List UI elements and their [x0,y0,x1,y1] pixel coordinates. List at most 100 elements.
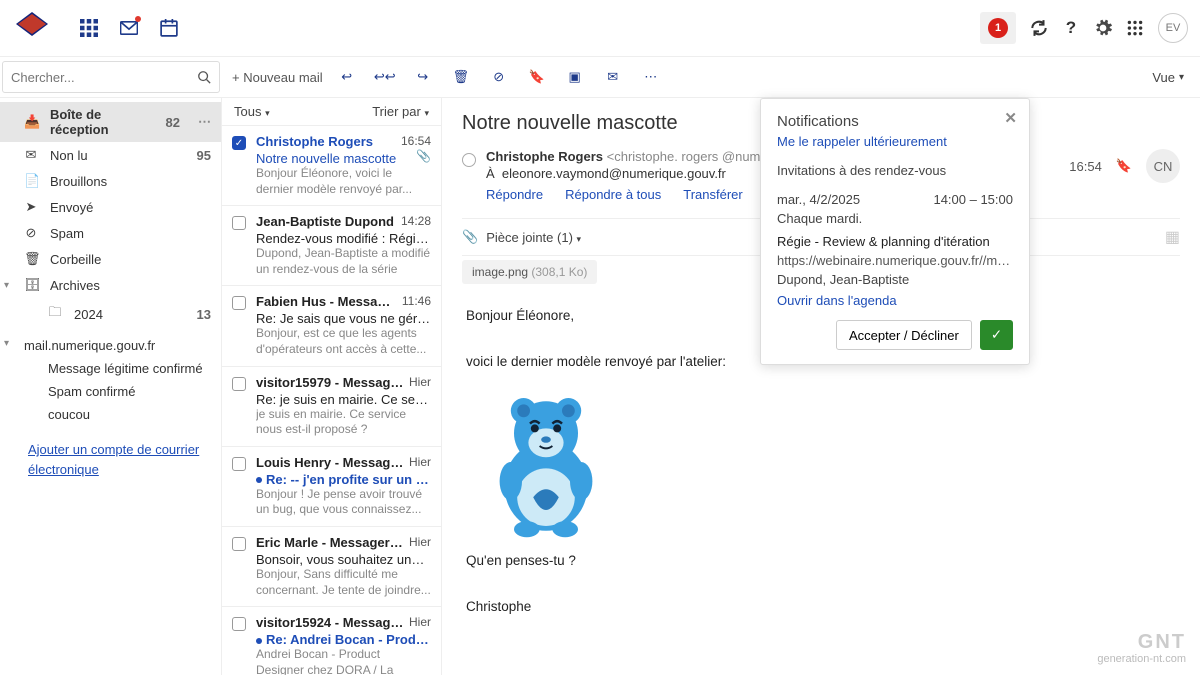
chevron-down-icon: ▾ [577,234,582,244]
spam-icon[interactable]: ⊘ [491,69,507,85]
tag-spam[interactable]: Spam confirmé [0,380,221,403]
folder-label: Boîte de réception [50,107,154,137]
tag-coucou[interactable]: coucou [0,403,221,426]
calendar-icon[interactable] [160,19,178,37]
forward-link[interactable]: Transférer [683,187,742,202]
search-box[interactable] [2,61,220,93]
event-date: mar., 4/2/2025 [777,192,860,207]
folder-drafts[interactable]: 📄 Brouillons [0,168,221,194]
send-icon: ➤ [24,199,38,215]
mail-icon: ✉ [24,147,38,163]
open-in-calendar-link[interactable]: Ouvrir dans l'agenda [777,293,1013,308]
app-logo[interactable] [12,8,52,48]
attachment-icon: 📎 [416,149,431,166]
message-checkbox[interactable] [232,375,248,438]
notifications-button[interactable]: 1 [980,12,1016,44]
mail-icon[interactable] [120,19,138,37]
event-organizer: Dupond, Jean-Baptiste [777,272,1013,287]
chevron-down-icon: ▾ [424,108,429,118]
message-item[interactable]: Jean-Baptiste Dupond14:28 Rendez-vous mo… [222,206,441,286]
apps-grid-icon[interactable] [80,19,98,37]
archive-icon: 🗄 [24,277,38,293]
doc-icon: 📄 [24,173,38,189]
close-icon[interactable]: ✕ [1004,109,1017,127]
help-icon[interactable]: ? [1062,19,1080,37]
event-hours: 14:00 – 15:00 [933,192,1013,207]
sender-name: Christophe Rogers [486,149,603,164]
layout-grid-icon[interactable]: ▦ [1165,227,1180,247]
attachment-chip[interactable]: image.png (308,1 Ko) [462,260,597,284]
event-url[interactable]: https://webinaire.numerique.gouv.fr//mee… [777,253,1013,268]
chevron-down-icon[interactable]: ▾ [4,338,9,349]
message-checkbox[interactable] [232,294,248,357]
message-item[interactable]: visitor15979 - Messagerie ...Hier Re: je… [222,367,441,447]
module-icon[interactable] [1126,19,1144,37]
chevron-down-icon: ▾ [265,108,270,118]
notif-section: Invitations à des rendez-vous [777,163,1013,178]
message-item[interactable]: Eric Marle - Messagerie ...Hier Bonsoir,… [222,527,441,607]
chevron-down-icon[interactable]: ▾ [4,280,9,291]
folder-archives[interactable]: ▾ 🗄 Archives [0,272,221,298]
recipient-address: eleonore.vaymond@numerique.gouv.fr [502,166,726,181]
user-avatar[interactable]: EV [1158,13,1188,43]
event-title: Régie - Review & planning d'itération [777,234,1013,249]
message-checkbox[interactable] [232,535,248,598]
archive-icon[interactable]: ▣ [567,69,583,85]
message-item[interactable]: Louis Henry - Messageri...Hier Re: -- j'… [222,447,441,527]
message-item[interactable]: Fabien Hus - Messagerie ...11:46 Re: Je … [222,286,441,366]
message-checkbox[interactable] [232,615,248,675]
reply-link[interactable]: Répondre [486,187,543,202]
trash-icon: 🗑 [24,251,38,267]
inbox-icon: 📥 [24,114,38,130]
message-checkbox[interactable] [232,455,248,518]
search-input[interactable] [11,70,197,85]
select-circle[interactable] [462,153,476,167]
folder-sent[interactable]: ➤ Envoyé [0,194,221,220]
notif-count-badge: 1 [988,18,1008,38]
message-checkbox[interactable] [232,214,248,277]
folder-inbox[interactable]: 📥 Boîte de réception 82 ⋯ [0,102,221,142]
search-icon[interactable] [197,70,211,84]
message-time: 16:54 [1069,159,1102,174]
watermark: GNT generation-nt.com [1097,631,1186,665]
folder-icon: 🗀 [48,303,62,325]
delete-icon[interactable]: 🗑 [453,69,469,85]
folder-unread[interactable]: ✉ Non lu 95 [0,142,221,168]
unread-dot-icon [256,477,262,483]
folder-spam[interactable]: ⊘ Spam [0,220,221,246]
notifications-popup: ✕ Notifications Me le rappeler ultérieur… [760,98,1030,365]
settings-gear-icon[interactable] [1094,19,1112,37]
chevron-down-icon: ▾ [1179,72,1184,83]
bookmark-icon[interactable]: 🔖 [1116,158,1132,174]
folder-trash[interactable]: 🗑 Corbeille [0,246,221,272]
message-checkbox[interactable] [232,134,248,197]
bookmark-icon[interactable]: 🔖 [529,69,545,85]
tag-legit[interactable]: Message légitime confirmé [0,357,221,380]
reply-icon[interactable]: ↩ [339,69,355,85]
ban-icon: ⊘ [24,225,38,241]
remind-later-link[interactable]: Me le rappeler ultérieurement [777,134,1013,149]
add-account-link[interactable]: Ajouter un compte de courrier électroniq… [0,426,221,483]
message-item[interactable]: visitor15924 - Messagerie ...Hier Re: An… [222,607,441,675]
filter-all[interactable]: Tous ▾ [234,104,270,119]
reply-all-icon[interactable]: ↩↩ [377,69,393,85]
view-toggle[interactable]: Vue ▾ [1152,57,1184,97]
notif-title: Notifications [777,113,1013,130]
folder-2024[interactable]: 🗀 2024 13 [0,298,221,330]
folder-menu-icon[interactable]: ⋯ [198,114,211,130]
more-icon[interactable]: ⋯ [643,69,659,85]
sender-avatar: CN [1146,149,1180,183]
refresh-icon[interactable] [1030,19,1048,37]
read-icon[interactable]: ✉ [605,69,621,85]
account-section[interactable]: ▾ mail.numerique.gouv.fr [0,330,221,357]
attachment-icon: 📎 [462,229,478,245]
reply-all-link[interactable]: Répondre à tous [565,187,661,202]
sort-by[interactable]: Trier par ▾ [372,104,429,119]
confirm-button[interactable]: ✓ [980,320,1013,350]
message-item[interactable]: Christophe Rogers16:54 Notre nouvelle ma… [222,126,441,206]
compose-button[interactable]: + Nouveau mail [232,70,323,85]
attachment-label[interactable]: Pièce jointe (1) ▾ [486,230,581,245]
accept-decline-button[interactable]: Accepter / Décliner [836,320,972,350]
unread-dot-icon [256,638,262,644]
forward-icon[interactable]: ↪ [415,69,431,85]
